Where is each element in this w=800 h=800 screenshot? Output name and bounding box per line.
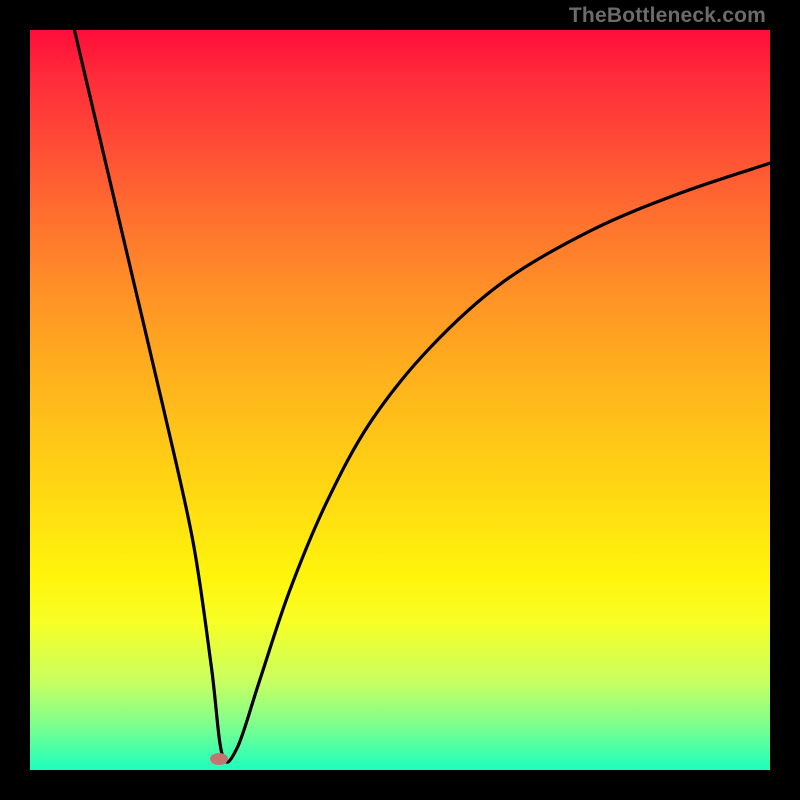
bottleneck-curve bbox=[30, 30, 770, 770]
min-marker bbox=[210, 753, 228, 765]
chart-frame: TheBottleneck.com bbox=[0, 0, 800, 800]
plot-area bbox=[30, 30, 770, 770]
watermark-text: TheBottleneck.com bbox=[569, 4, 766, 28]
curve-path bbox=[74, 30, 770, 762]
